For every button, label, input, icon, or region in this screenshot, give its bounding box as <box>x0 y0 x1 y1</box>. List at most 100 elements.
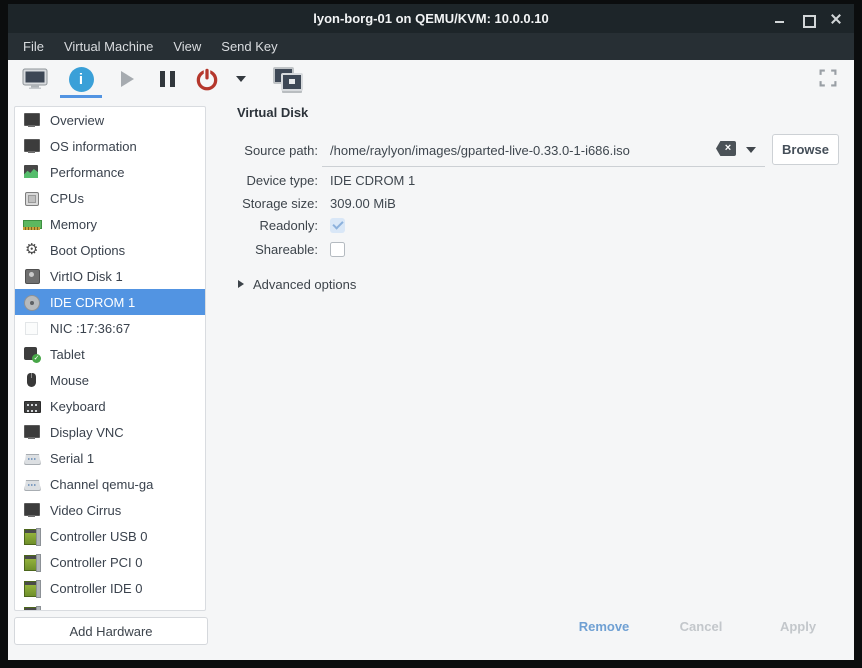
source-path-label: Source path: <box>208 143 318 158</box>
sidebar-item-overview[interactable]: Overview <box>15 107 205 133</box>
maximize-button[interactable] <box>802 13 814 25</box>
remove-button[interactable]: Remove <box>569 619 639 634</box>
sidebar-item-label: Tablet <box>50 347 85 362</box>
clear-entry-icon[interactable]: × <box>716 141 736 156</box>
sidebar-item-virtio-disk-1[interactable]: VirtIO Disk 1 <box>15 263 205 289</box>
device-type-value: IDE CDROM 1 <box>330 173 415 188</box>
pause-button[interactable] <box>150 62 184 96</box>
hardware-list[interactable]: Overview OS information Performance CPUs Mem… <box>14 106 206 611</box>
storage-size-value: 309.00 MiB <box>330 196 396 211</box>
sidebar-item-controller-pci-0[interactable]: Controller PCI 0 <box>15 549 205 575</box>
sidebar-item-label: Channel qemu-ga <box>50 477 153 492</box>
fullscreen-button[interactable] <box>818 68 838 88</box>
cancel-button[interactable]: Cancel <box>666 619 736 634</box>
sidebar-item-label: Controller PCI 0 <box>50 555 142 570</box>
source-path-dropdown-icon[interactable] <box>746 147 756 153</box>
fullscreen-icon <box>819 69 837 87</box>
add-hardware-label: Add Hardware <box>69 624 152 639</box>
run-button[interactable] <box>110 62 144 96</box>
shareable-checkbox[interactable] <box>330 242 345 257</box>
sidebar-item-controller-ide-0[interactable]: Controller IDE 0 <box>15 575 205 601</box>
sidebar-item-label: Memory <box>50 217 97 232</box>
sidebar-item-label: NIC :17:36:67 <box>50 321 130 336</box>
pause-icon <box>160 71 175 87</box>
memory-icon <box>23 216 40 232</box>
controller-icon <box>23 554 40 570</box>
chevron-down-icon <box>236 76 246 82</box>
cpu-icon <box>23 190 40 206</box>
sidebar-item-nic-17-36-67[interactable]: NIC :17:36:67 <box>15 315 205 341</box>
sidebar-item-memory[interactable]: Memory <box>15 211 205 237</box>
sidebar-item-mouse[interactable]: Mouse <box>15 367 205 393</box>
info-icon: i <box>69 67 94 92</box>
sidebar-item-serial-1[interactable]: Serial 1 <box>15 445 205 471</box>
close-button[interactable] <box>830 13 842 25</box>
sidebar-item-label: Performance <box>50 165 124 180</box>
controller-icon <box>23 528 40 544</box>
sidebar-item-label: Serial 1 <box>50 451 94 466</box>
advanced-options-expander[interactable]: Advanced options <box>253 277 356 292</box>
monitor-icon <box>23 502 40 518</box>
sidebar-item-label: Keyboard <box>50 399 106 414</box>
sidebar-item-channel-qemu-ga[interactable]: Channel qemu-ga <box>15 471 205 497</box>
performance-chart-icon <box>23 164 40 180</box>
sidebar-item-controller-usb-0[interactable]: Controller USB 0 <box>15 523 205 549</box>
mouse-icon <box>23 372 40 388</box>
content-area: Overview OS information Performance CPUs Mem… <box>8 98 854 660</box>
sidebar-item-performance[interactable]: Performance <box>15 159 205 185</box>
keyboard-icon <box>23 398 40 414</box>
sidebar-item-label: IDE CDROM 1 <box>50 295 135 310</box>
device-type-label: Device type: <box>208 173 318 188</box>
virtual-displays-button[interactable] <box>270 62 304 96</box>
menu-view[interactable]: View <box>163 33 211 60</box>
minimize-button[interactable] <box>774 13 786 25</box>
shutdown-button[interactable] <box>190 62 224 96</box>
controller-icon <box>23 580 40 596</box>
sidebar-item-os-information[interactable]: OS information <box>15 133 205 159</box>
disk-icon <box>23 268 40 284</box>
monitor-icon <box>23 112 40 128</box>
sidebar-item-display-vnc[interactable]: Display VNC <box>15 419 205 445</box>
monitor-icon <box>23 138 40 154</box>
source-path-underline <box>322 166 765 167</box>
sidebar-item-video-cirrus[interactable]: Video Cirrus <box>15 497 205 523</box>
readonly-checkbox <box>330 218 345 233</box>
serial-icon <box>23 450 40 466</box>
sidebar-item-keyboard[interactable]: Keyboard <box>15 393 205 419</box>
sidebar-item-label: Controller IDE 0 <box>50 581 142 596</box>
sidebar-item-label: CPUs <box>50 191 84 206</box>
sidebar-item-ide-cdrom-1[interactable]: IDE CDROM 1 <box>15 289 205 315</box>
nic-icon <box>23 320 40 336</box>
add-hardware-button[interactable]: Add Hardware <box>14 617 208 645</box>
menu-send-key[interactable]: Send Key <box>211 33 287 60</box>
readonly-label: Readonly: <box>208 218 318 233</box>
cdrom-icon <box>23 294 40 310</box>
menu-file[interactable]: File <box>13 33 54 60</box>
sidebar-item-cpus[interactable]: CPUs <box>15 185 205 211</box>
serial-icon <box>23 476 40 492</box>
menubar: File Virtual Machine View Send Key <box>8 33 854 60</box>
shutdown-menu-button[interactable] <box>230 62 252 96</box>
window-title: lyon-borg-01 on QEMU/KVM: 10.0.0.10 <box>8 4 854 33</box>
menu-virtual-machine[interactable]: Virtual Machine <box>54 33 163 60</box>
source-path-input[interactable]: /home/raylyon/images/gparted-live-0.33.0… <box>330 143 630 158</box>
displays-icon <box>271 66 303 93</box>
monitor-icon <box>22 68 48 90</box>
show-details-button[interactable]: i <box>58 62 104 96</box>
page-title: Virtual Disk <box>237 105 308 120</box>
shareable-label: Shareable: <box>208 242 318 257</box>
screenshot-root: lyon-borg-01 on QEMU/KVM: 10.0.0.10 File… <box>0 0 862 668</box>
apply-button[interactable]: Apply <box>763 619 833 634</box>
storage-size-label: Storage size: <box>208 196 318 211</box>
controller-icon <box>23 606 40 611</box>
sidebar-item-boot-options[interactable]: Boot Options <box>15 237 205 263</box>
show-console-button[interactable] <box>18 62 52 96</box>
browse-button[interactable]: Browse <box>772 134 839 165</box>
sidebar-item-label: Boot Options <box>50 243 125 258</box>
sidebar-item-label: VirtIO Disk 1 <box>50 269 123 284</box>
expander-arrow-icon <box>238 280 244 288</box>
sidebar-item-tablet[interactable]: Tablet <box>15 341 205 367</box>
sidebar-item-label: OS information <box>50 139 137 154</box>
sidebar-item-partial[interactable] <box>15 601 205 611</box>
tablet-icon <box>23 346 40 362</box>
